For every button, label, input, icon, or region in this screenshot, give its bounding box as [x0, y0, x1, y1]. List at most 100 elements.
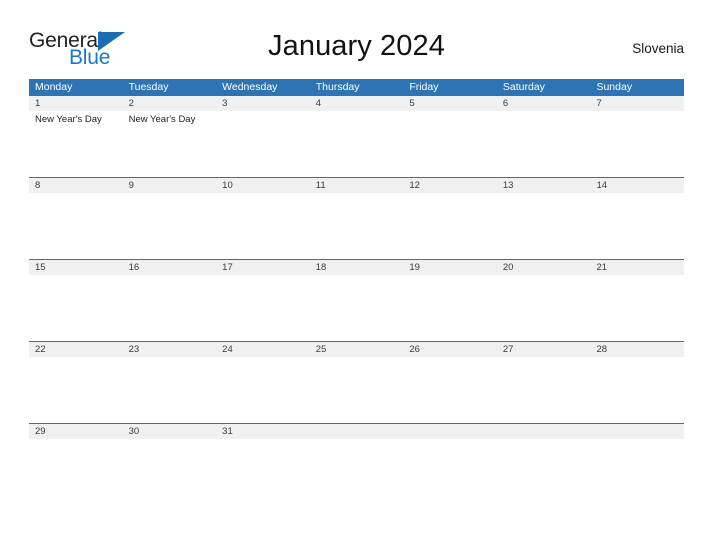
week-event-band [29, 357, 684, 423]
calendar-week-row: 1 2 3 4 5 6 7 New Year's Day New Year's Day [29, 96, 684, 177]
day-cell[interactable] [29, 357, 123, 423]
day-number[interactable]: 12 [403, 178, 497, 193]
day-number[interactable] [310, 424, 404, 439]
day-number[interactable]: 29 [29, 424, 123, 439]
day-number[interactable]: 9 [123, 178, 217, 193]
day-number[interactable]: 24 [216, 342, 310, 357]
day-number[interactable]: 23 [123, 342, 217, 357]
day-number[interactable]: 22 [29, 342, 123, 357]
day-number[interactable]: 14 [590, 178, 684, 193]
day-number[interactable]: 7 [590, 96, 684, 111]
calendar-week-row: 8 9 10 11 12 13 14 [29, 177, 684, 259]
day-number[interactable]: 11 [310, 178, 404, 193]
day-number[interactable]: 25 [310, 342, 404, 357]
day-number[interactable]: 4 [310, 96, 404, 111]
day-number[interactable]: 16 [123, 260, 217, 275]
day-cell[interactable] [123, 275, 217, 341]
day-cell[interactable] [403, 357, 497, 423]
calendar-page: General Blue January 2024 Slovenia Monda… [0, 0, 712, 550]
day-cell[interactable] [590, 193, 684, 259]
day-number[interactable]: 2 [123, 96, 217, 111]
day-number[interactable]: 20 [497, 260, 591, 275]
day-cell[interactable] [403, 111, 497, 177]
weekday-header-sunday: Sunday [596, 81, 633, 93]
weekday-header-saturday: Saturday [502, 81, 545, 93]
weekday-header-monday: Monday [35, 81, 73, 93]
weekday-header-tuesday: Tuesday [128, 81, 169, 93]
day-cell[interactable] [590, 275, 684, 341]
calendar-week-row: 15 16 17 18 19 20 21 [29, 259, 684, 341]
day-number[interactable] [497, 424, 591, 439]
day-number[interactable]: 10 [216, 178, 310, 193]
week-date-band: 1234567 [29, 96, 684, 111]
day-number[interactable] [403, 424, 497, 439]
day-number[interactable]: 15 [29, 260, 123, 275]
week-event-band [29, 275, 684, 341]
week-date-band: 22 23 24 25 26 27 28 [29, 342, 684, 357]
day-number[interactable]: 28 [590, 342, 684, 357]
day-number[interactable]: 13 [497, 178, 591, 193]
weekday-header-thursday: Thursday [315, 81, 360, 93]
day-number[interactable]: 26 [403, 342, 497, 357]
day-cell[interactable] [590, 357, 684, 423]
day-cell[interactable] [123, 357, 217, 423]
day-cell[interactable] [123, 439, 217, 505]
holiday-label: New Year's Day [128, 114, 196, 125]
day-number[interactable] [590, 424, 684, 439]
day-cell[interactable] [403, 275, 497, 341]
day-cell[interactable]: New Year's Day [29, 111, 123, 177]
day-cell[interactable] [29, 275, 123, 341]
day-cell[interactable] [403, 193, 497, 259]
day-cell[interactable] [497, 275, 591, 341]
day-cell[interactable] [216, 357, 310, 423]
holiday-label: New Year's Day [35, 114, 102, 125]
weekday-header-wednesday: Wednesday [222, 81, 278, 93]
day-cell[interactable]: New Year's Day [123, 111, 217, 177]
day-cell[interactable] [497, 357, 591, 423]
calendar-week-row: 29 30 31 [29, 423, 684, 505]
calendar-week-row: 22 23 24 25 26 27 28 [29, 341, 684, 423]
day-cell[interactable] [310, 357, 404, 423]
day-number[interactable]: 17 [216, 260, 310, 275]
day-cell[interactable] [29, 193, 123, 259]
week-date-band: 29 30 31 [29, 424, 684, 439]
day-cell[interactable] [590, 439, 684, 505]
day-number[interactable]: 27 [497, 342, 591, 357]
day-number[interactable]: 6 [497, 96, 591, 111]
day-number[interactable]: 8 [29, 178, 123, 193]
day-cell[interactable] [497, 111, 591, 177]
day-cell[interactable] [497, 193, 591, 259]
day-number[interactable]: 5 [403, 96, 497, 111]
day-number[interactable]: 21 [590, 260, 684, 275]
day-number[interactable]: 3 [216, 96, 310, 111]
calendar-weeks: 1 2 3 4 5 6 7 New Year's Day New Year's Day 8 9 10 1… [29, 96, 684, 505]
calendar-grid: Monday Tuesday Wednesday Thursday Friday… [29, 79, 684, 505]
weekday-header-row: Monday Tuesday Wednesday Thursday Friday… [29, 79, 684, 96]
week-event-band [29, 439, 684, 505]
day-cell[interactable] [497, 439, 591, 505]
week-event-band [29, 193, 684, 259]
week-event-band: New Year's Day New Year's Day [29, 111, 684, 177]
page-title: January 2024 [268, 30, 445, 62]
page-header: General Blue January 2024 Slovenia [29, 28, 684, 72]
day-cell[interactable] [310, 439, 404, 505]
day-number[interactable]: 18 [310, 260, 404, 275]
day-cell[interactable] [310, 193, 404, 259]
day-cell[interactable] [590, 111, 684, 177]
day-cell[interactable] [29, 439, 123, 505]
week-date-band: 8 9 10 11 12 13 14 [29, 178, 684, 193]
day-cell[interactable] [216, 439, 310, 505]
day-number[interactable]: 30 [123, 424, 217, 439]
day-cell[interactable] [403, 439, 497, 505]
weekday-header-friday: Friday [409, 81, 439, 93]
day-cell[interactable] [123, 193, 217, 259]
day-cell[interactable] [216, 111, 310, 177]
day-number[interactable]: 31 [216, 424, 310, 439]
week-date-band: 15 16 17 18 19 20 21 [29, 260, 684, 275]
day-number[interactable]: 1 [29, 96, 123, 111]
day-cell[interactable] [310, 275, 404, 341]
day-number[interactable]: 19 [403, 260, 497, 275]
day-cell[interactable] [216, 275, 310, 341]
day-cell[interactable] [216, 193, 310, 259]
day-cell[interactable] [310, 111, 404, 177]
